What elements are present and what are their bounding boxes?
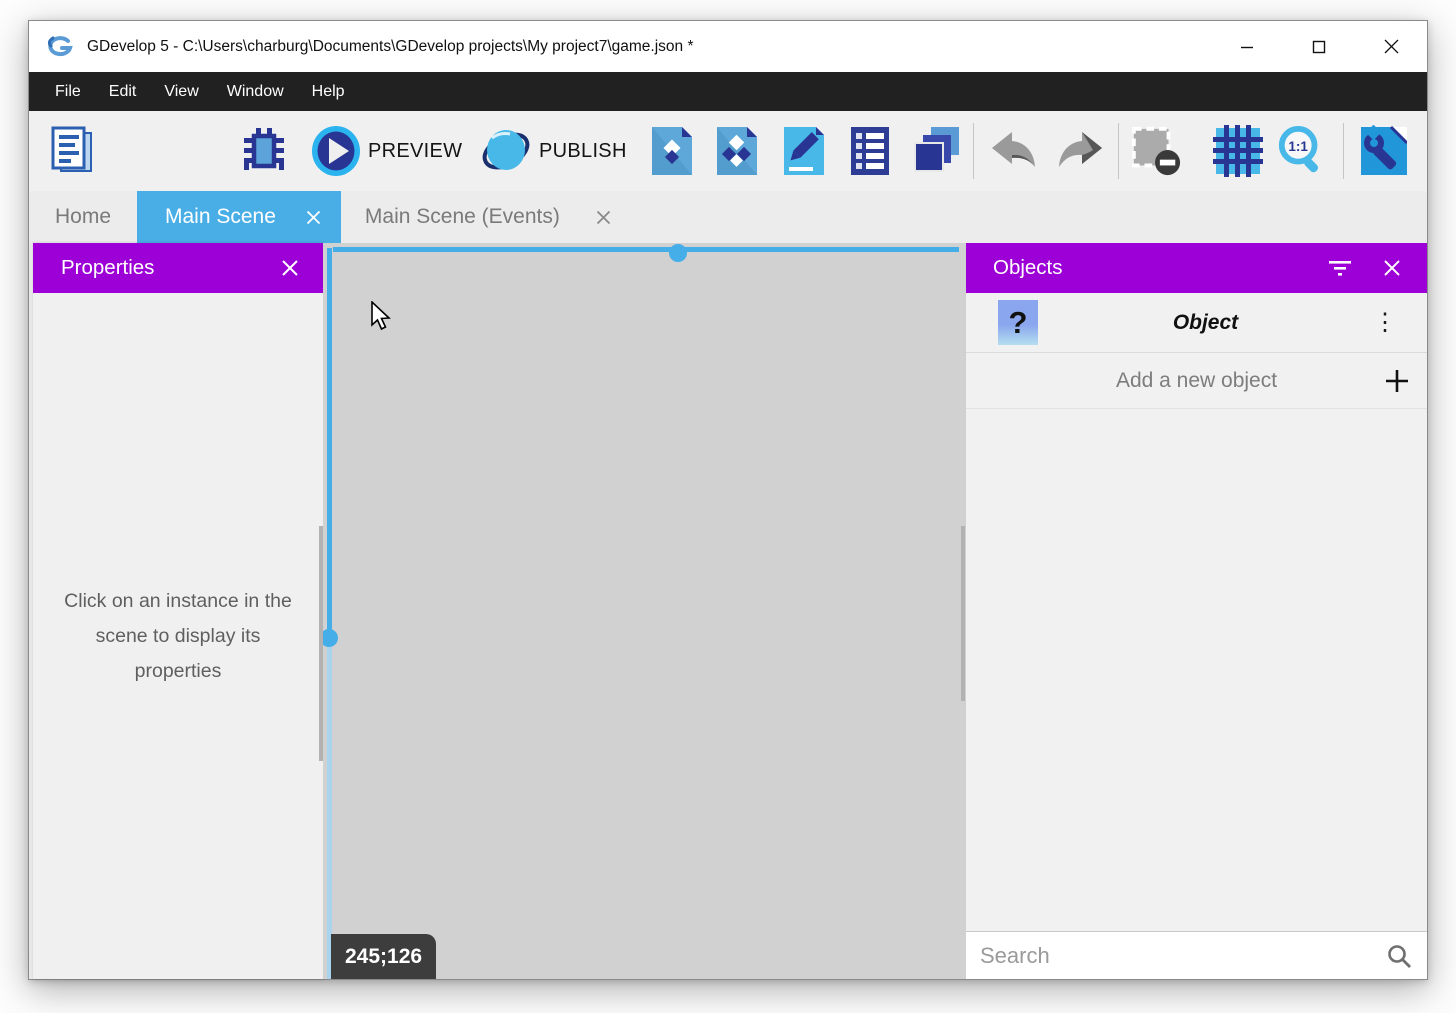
menubar: File Edit View Window Help (29, 72, 1427, 111)
open-instances-list-button[interactable] (844, 124, 896, 178)
filter-icon (1329, 260, 1351, 276)
wrench-icon (1357, 125, 1407, 177)
search-icon (1386, 943, 1412, 969)
close-tab-icon[interactable] (596, 210, 611, 225)
objects-header: Objects (966, 243, 1427, 293)
tab-main-scene-events[interactable]: Main Scene (Events) (341, 191, 631, 243)
redo-button[interactable] (1055, 124, 1107, 178)
preview-button[interactable] (310, 124, 362, 178)
open-settings-button[interactable] (1356, 124, 1408, 178)
publish-label[interactable]: PUBLISH (539, 111, 627, 191)
project-manager-button[interactable] (46, 124, 98, 178)
toolbar-separator (1118, 123, 1119, 179)
properties-header: Properties (33, 243, 323, 293)
zoom-ratio-label: 1:1 (1288, 139, 1308, 154)
toolbar: PREVIEW PUBLISH (29, 111, 1427, 191)
add-object-button[interactable] (1367, 369, 1427, 393)
close-window-button[interactable] (1355, 21, 1427, 72)
filter-objects-button[interactable] (1327, 255, 1353, 281)
publish-globe-icon (480, 124, 532, 178)
properties-empty-message: Click on an instance in the scene to dis… (50, 584, 306, 689)
window-controls (1211, 21, 1427, 72)
app-window: GDevelop 5 - C:\Users\charburg\Documents… (28, 20, 1428, 980)
properties-panel: Properties Click on an instance in the s… (33, 243, 323, 979)
gdevelop-logo-icon (45, 32, 75, 62)
vertical-scroll-thumb[interactable] (323, 629, 338, 647)
tab-main-scene-label: Main Scene (165, 205, 276, 229)
cursor-coordinates-badge: 245;126 (331, 934, 436, 979)
object-question-mark-icon: ? (998, 300, 1038, 345)
canvas-right-scrollbar[interactable] (961, 526, 965, 701)
undo-button[interactable] (987, 124, 1039, 178)
objects-search-bar (966, 931, 1427, 979)
close-icon (1384, 39, 1399, 54)
menu-help[interactable]: Help (298, 72, 359, 111)
tabbar: Home Main Scene Main Scene (Events) (29, 191, 1427, 243)
zoom-original-button[interactable]: 1:1 (1276, 124, 1328, 178)
edit-external-objects-button[interactable] (711, 124, 763, 178)
tab-home[interactable]: Home (29, 191, 137, 243)
objects-file-icon (713, 125, 761, 177)
objects-list-empty-area (966, 409, 1427, 931)
edit-pencil-file-icon (780, 125, 828, 177)
objects-title: Objects (993, 256, 1063, 280)
object-list-item[interactable]: ? Object ⋮ (966, 293, 1427, 353)
maximize-icon (1312, 40, 1326, 54)
tab-home-label: Home (55, 205, 111, 229)
redo-icon (1056, 125, 1106, 177)
edit-scene-properties-button[interactable] (778, 124, 830, 178)
open-layers-button[interactable] (910, 124, 962, 178)
zoom-1-1-icon: 1:1 (1276, 123, 1328, 179)
main-content: Properties Click on an instance in the s… (29, 243, 1427, 979)
edit-scene-button[interactable] (646, 124, 698, 178)
add-object-label: Add a new object (966, 369, 1367, 393)
close-icon (1383, 259, 1401, 277)
menu-edit[interactable]: Edit (95, 72, 151, 111)
menu-view[interactable]: View (150, 72, 212, 111)
project-manager-icon (47, 125, 97, 177)
tab-main-scene-events-label: Main Scene (Events) (365, 205, 560, 229)
menu-window[interactable]: Window (213, 72, 298, 111)
grid-icon (1213, 125, 1263, 177)
object-name: Object (1038, 311, 1373, 335)
titlebar: GDevelop 5 - C:\Users\charburg\Documents… (29, 21, 1427, 72)
toolbar-separator (973, 123, 974, 179)
canvas-vertical-scrollbar[interactable] (327, 248, 332, 979)
preview-label[interactable]: PREVIEW (368, 111, 462, 191)
layers-icon (911, 125, 961, 177)
tab-main-scene[interactable]: Main Scene (137, 191, 341, 243)
search-button[interactable] (1371, 943, 1427, 969)
window-title: GDevelop 5 - C:\Users\charburg\Documents… (87, 38, 693, 56)
scene-file-icon (648, 125, 696, 177)
scene-canvas[interactable]: 245;126 (323, 243, 965, 979)
object-menu-button[interactable]: ⋮ (1373, 317, 1397, 329)
horizontal-scroll-thumb[interactable] (669, 244, 687, 262)
close-tab-icon[interactable] (306, 210, 321, 225)
close-icon (281, 259, 299, 277)
properties-title: Properties (61, 256, 154, 280)
minimize-button[interactable] (1211, 21, 1283, 72)
canvas-horizontal-scrollbar[interactable] (333, 247, 959, 252)
play-icon (310, 124, 362, 178)
search-input[interactable] (966, 943, 1371, 969)
publish-button[interactable] (480, 124, 532, 178)
selection-mask-icon (1130, 124, 1182, 178)
maximize-button[interactable] (1283, 21, 1355, 72)
debug-icon (239, 125, 289, 177)
toggle-mask-button[interactable] (1130, 124, 1182, 178)
add-object-row[interactable]: Add a new object (966, 353, 1427, 409)
undo-icon (988, 125, 1038, 177)
properties-body: Click on an instance in the scene to dis… (33, 293, 323, 979)
objects-panel: Objects ? Object (965, 243, 1427, 979)
mouse-cursor-icon (369, 301, 395, 331)
menu-file[interactable]: File (41, 72, 95, 111)
debug-button[interactable] (238, 124, 290, 178)
close-properties-button[interactable] (277, 255, 303, 281)
toolbar-separator (1343, 123, 1344, 179)
close-objects-button[interactable] (1379, 255, 1405, 281)
toggle-grid-button[interactable] (1212, 124, 1264, 178)
instances-list-icon (846, 125, 894, 177)
plus-icon (1385, 369, 1409, 393)
minimize-icon (1240, 40, 1254, 54)
